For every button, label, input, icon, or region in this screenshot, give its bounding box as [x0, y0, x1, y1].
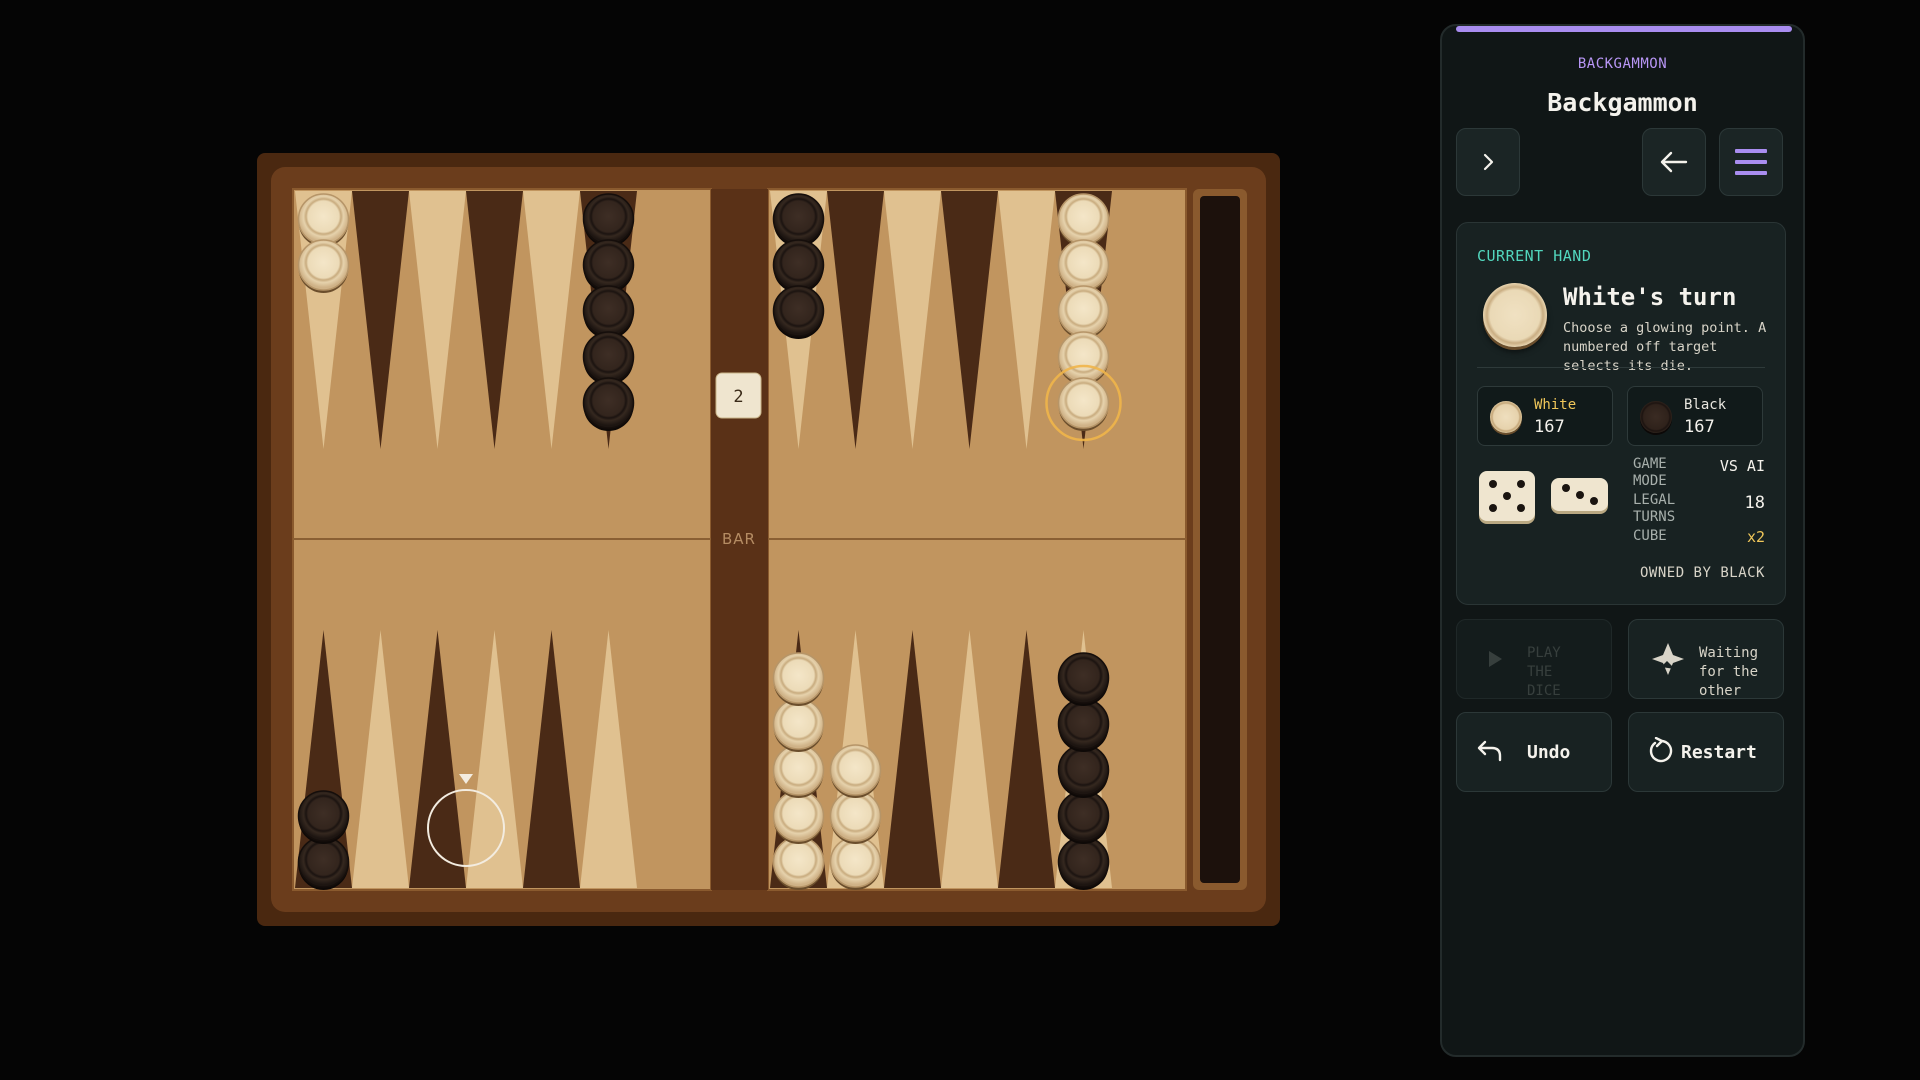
black-checker[interactable]	[1057, 652, 1110, 704]
black-checker[interactable]	[772, 239, 825, 291]
white-checker[interactable]	[829, 836, 882, 888]
black-checker[interactable]	[582, 193, 635, 245]
player-name: White	[1534, 397, 1577, 413]
game-mode-label: GAME MODE	[1633, 456, 1667, 489]
hamburger-menu-icon	[1735, 149, 1767, 175]
black-checker-icon	[1640, 401, 1672, 433]
player-name: Black	[1684, 397, 1727, 413]
restart-icon	[1649, 737, 1673, 763]
chevron-right-icon	[1483, 153, 1494, 171]
black-checker[interactable]	[582, 377, 635, 429]
black-checker[interactable]	[1057, 790, 1110, 842]
black-checker[interactable]	[582, 285, 635, 337]
white-checker[interactable]	[1057, 285, 1110, 337]
cube-value: x2	[1746, 528, 1765, 546]
white-checker[interactable]	[297, 239, 350, 291]
play-icon	[1489, 651, 1502, 667]
panel-eyebrow: BACKGAMMON	[1577, 56, 1668, 72]
play-dice-label: PLAY THE DICE	[1527, 645, 1561, 699]
black-checker[interactable]	[1057, 698, 1110, 750]
white-checker[interactable]	[772, 698, 825, 750]
panel-accent-bar	[1456, 26, 1792, 32]
board-svg: BAR 2	[257, 153, 1280, 926]
white-checker[interactable]	[772, 790, 825, 842]
die-five	[1479, 471, 1535, 521]
white-checker[interactable]	[1057, 331, 1110, 383]
backgammon-board: BAR 2	[257, 153, 1280, 926]
legal-turns-value: 18	[1744, 493, 1765, 513]
cube-owner: OWNED BY BLACK	[1639, 565, 1765, 581]
turn-checker-icon	[1483, 283, 1547, 347]
black-checker[interactable]	[1057, 744, 1110, 796]
player-pip-count: 167	[1534, 417, 1565, 437]
turn-title: White's turn	[1563, 283, 1737, 311]
back-button[interactable]	[1642, 128, 1706, 196]
white-checker[interactable]	[297, 193, 350, 245]
white-checker[interactable]	[1057, 193, 1110, 245]
current-hand-card: CURRENT HAND White's turn Choose a glowi…	[1456, 222, 1786, 605]
next-button[interactable]	[1456, 128, 1520, 196]
undo-button[interactable]: Undo	[1456, 712, 1612, 792]
die-three	[1551, 478, 1608, 511]
restart-label: Restart	[1681, 742, 1757, 763]
undo-icon	[1477, 740, 1502, 762]
side-panel: BACKGAMMON Backgammon CURRENT HAND White…	[1440, 24, 1805, 1057]
menu-button[interactable]	[1719, 128, 1783, 196]
restart-button[interactable]: Restart	[1628, 712, 1784, 792]
cube-label: CUBE	[1633, 528, 1667, 544]
black-checker[interactable]	[772, 193, 825, 245]
player-pip-count: 167	[1684, 417, 1715, 437]
legal-turns-label: LEGAL TURNS	[1633, 492, 1676, 525]
double-button[interactable]: Waiting for the other	[1628, 619, 1784, 699]
white-checker[interactable]	[772, 652, 825, 704]
current-hand-eyebrow: CURRENT HAND	[1477, 247, 1592, 265]
bear-off-slot	[1200, 196, 1240, 883]
game-mode-value: VS AI	[1719, 457, 1765, 475]
black-checker[interactable]	[1057, 836, 1110, 888]
white-checker-icon	[1490, 401, 1522, 433]
black-checker[interactable]	[297, 836, 350, 888]
black-checker[interactable]	[582, 331, 635, 383]
white-checker[interactable]	[772, 744, 825, 796]
play-dice-button[interactable]: PLAY THE DICE	[1456, 619, 1612, 699]
player-black-score: Black 167	[1627, 386, 1763, 446]
black-checker[interactable]	[772, 285, 825, 337]
white-checker[interactable]	[772, 836, 825, 888]
double-button-label: Waiting for the other	[1699, 645, 1759, 699]
panel-title: Backgammon	[1547, 88, 1698, 117]
arrow-left-icon	[1660, 151, 1688, 173]
double-cube-icon	[1652, 643, 1684, 675]
white-checker[interactable]	[829, 790, 882, 842]
player-white-score: White 167	[1477, 386, 1613, 446]
bar-label: BAR	[722, 530, 756, 548]
hand-divider	[1477, 367, 1765, 368]
white-checker[interactable]	[1057, 377, 1110, 429]
doubling-cube-value: 2	[733, 387, 743, 407]
white-checker[interactable]	[1057, 239, 1110, 291]
undo-label: Undo	[1527, 742, 1571, 763]
black-checker[interactable]	[582, 239, 635, 291]
white-checker[interactable]	[829, 744, 882, 796]
black-checker[interactable]	[297, 790, 350, 842]
